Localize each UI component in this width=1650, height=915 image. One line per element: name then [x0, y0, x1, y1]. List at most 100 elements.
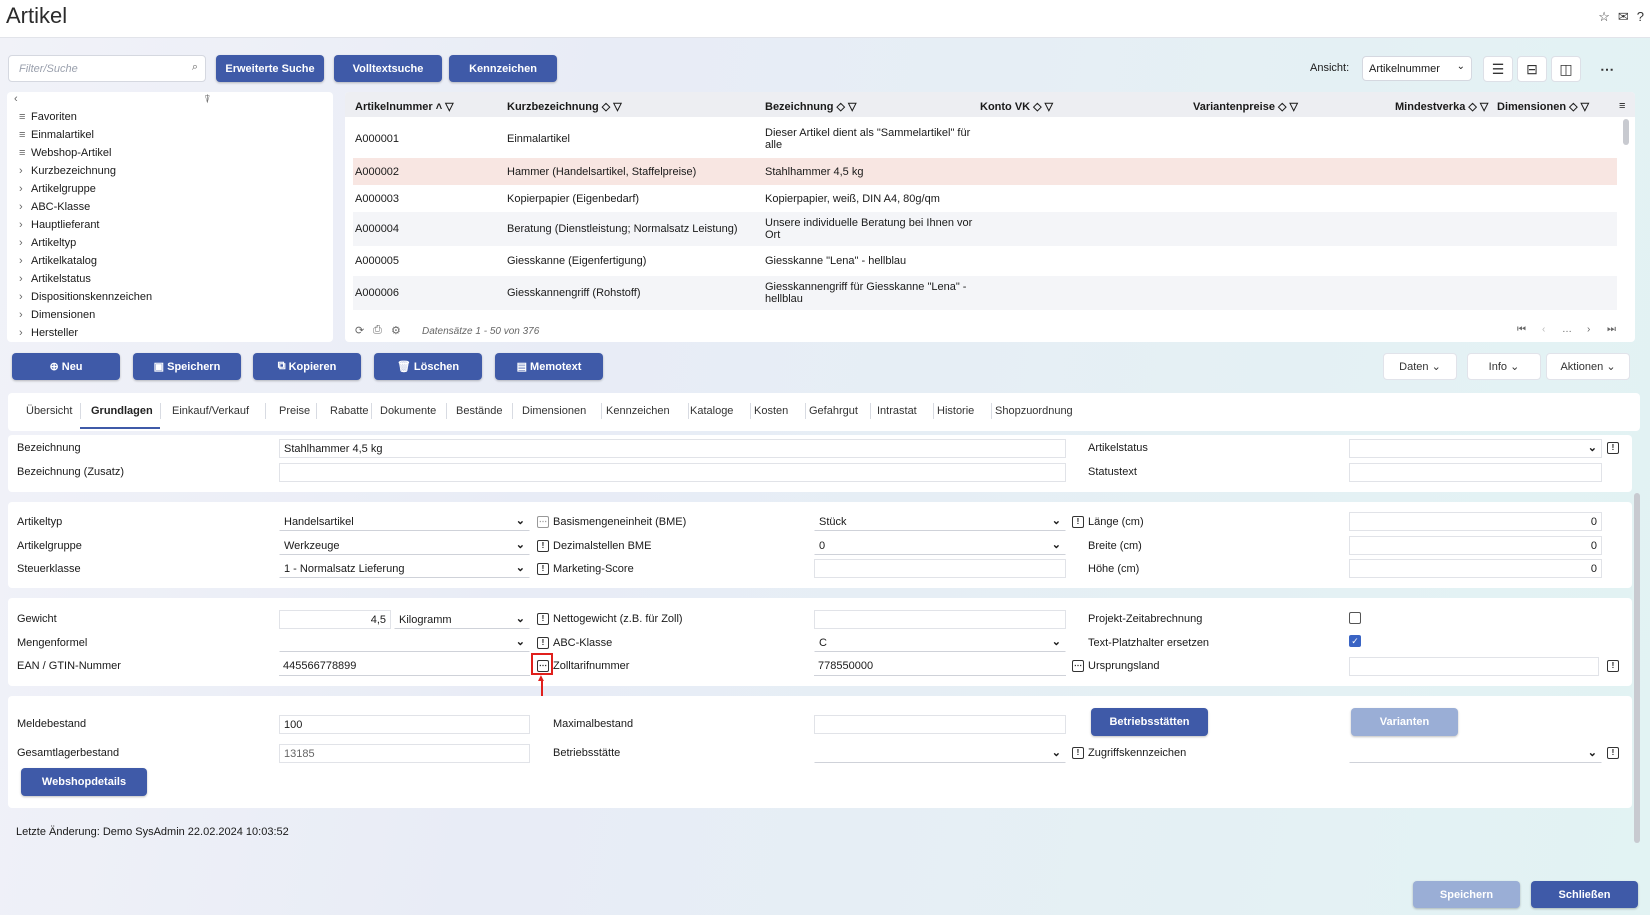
table-row[interactable]: A000006 Giesskannengriff (Rohstoff) Gies… [353, 276, 1617, 310]
statustext-input[interactable] [1349, 463, 1602, 482]
column-header-mindestverka[interactable]: Mindestverka ◇ ▽ [1395, 100, 1488, 113]
gewicht-input[interactable]: 4,5 [279, 610, 391, 629]
table-row[interactable]: A000003 Kopierpapier (Eigenbedarf) Kopie… [353, 185, 1617, 212]
lookup-icon[interactable]: ⋯ [1072, 660, 1084, 672]
text-platzhalter-checkbox[interactable]: ✓ [1349, 635, 1361, 647]
tab-uebersicht[interactable]: Übersicht [26, 405, 72, 417]
prev-page-icon[interactable]: ‹ [1542, 324, 1545, 335]
info-icon[interactable]: ! [537, 613, 549, 625]
artikelstatus-select[interactable]: ⌄ [1349, 439, 1602, 458]
daten-dropdown[interactable]: Daten ⌄ [1383, 353, 1457, 380]
tree-item-einmalartikel[interactable]: ≡ Einmalartikel [19, 129, 94, 141]
speichern-button[interactable]: ▣ Speichern [133, 353, 241, 380]
info-icon[interactable]: ! [537, 540, 549, 552]
tree-item-abc-klasse[interactable]: › ABC-Klasse [19, 201, 90, 213]
help-icon[interactable]: ? [1637, 9, 1644, 25]
info-icon[interactable]: ! [1072, 516, 1084, 528]
column-header-konto-vk[interactable]: Konto VK ◇ ▽ [980, 100, 1053, 113]
tab-preise[interactable]: Preise [279, 405, 310, 417]
betriebsstaette-select[interactable]: ⌄ [814, 744, 1066, 763]
info-icon[interactable]: ! [537, 637, 549, 649]
breite-input[interactable]: 0 [1349, 536, 1602, 555]
tab-dokumente[interactable]: Dokumente [380, 405, 436, 417]
search-icon[interactable]: ⌕ [192, 61, 198, 74]
first-page-icon[interactable]: ⏮ [1517, 324, 1526, 335]
artikelgruppe-select[interactable]: Werkzeuge ⌄ [279, 536, 530, 555]
info-icon[interactable]: ! [1607, 747, 1619, 759]
tab-grundlagen[interactable]: Grundlagen [91, 405, 153, 417]
settings-icon[interactable]: ⚙ [391, 324, 401, 337]
aktionen-dropdown[interactable]: Aktionen ⌄ [1546, 353, 1630, 380]
betriebsstaetten-button[interactable]: Betriebsstätten [1091, 708, 1208, 736]
refresh-icon[interactable]: ⟳ [355, 324, 364, 337]
laenge-input[interactable]: 0 [1349, 512, 1602, 531]
tab-dimensionen[interactable]: Dimensionen [522, 405, 586, 417]
artikeltyp-select[interactable]: Handelsartikel ⌄ [279, 512, 530, 531]
ursprungsland-input[interactable] [1349, 657, 1599, 676]
info-icon[interactable]: ! [1072, 747, 1084, 759]
tab-kosten[interactable]: Kosten [754, 405, 788, 417]
pager-ellipsis[interactable]: … [1562, 324, 1572, 335]
schliessen-button[interactable]: Schließen [1531, 881, 1638, 908]
tree-item-favoriten[interactable]: ≡ Favoriten [19, 111, 77, 123]
maximalbestand-input[interactable] [814, 715, 1066, 734]
tree-item-webshop-artikel[interactable]: ≡ Webshop-Artikel [19, 147, 112, 159]
tab-gefahrgut[interactable]: Gefahrgut [809, 405, 858, 417]
table-row[interactable]: A000005 Giesskanne (Eigenfertigung) Gies… [353, 246, 1617, 276]
marketing-score-input[interactable] [814, 559, 1066, 578]
loeschen-button[interactable]: 🗑 Löschen [374, 353, 482, 380]
info-icon[interactable]: ! [1607, 442, 1619, 454]
neu-button[interactable]: ⊕ Neu [12, 353, 120, 380]
table-row[interactable]: A000004 Beratung (Dienstleistung; Normal… [353, 212, 1617, 246]
abc-klasse-select[interactable]: C ⌄ [814, 633, 1066, 652]
tab-kennzeichen[interactable]: Kennzeichen [606, 405, 670, 417]
list-view-icon[interactable]: ☰ [1483, 56, 1513, 82]
tab-shopzuordnung[interactable]: Shopzuordnung [995, 405, 1073, 417]
mail-icon[interactable]: ✉ [1618, 9, 1629, 25]
tree-item-dispositionskennzeichen[interactable]: › Dispositionskennzeichen [19, 291, 152, 303]
tab-intrastat[interactable]: Intrastat [877, 405, 917, 417]
info-icon[interactable]: ! [1607, 660, 1619, 672]
nettogewicht-input[interactable] [814, 610, 1066, 629]
ean-input[interactable]: 445566778899 [279, 657, 530, 676]
bezeichnung-input[interactable]: Stahlhammer 4,5 kg [279, 439, 1066, 458]
search-input[interactable]: Filter/Suche ⌕ [8, 55, 206, 82]
collapse-icon[interactable]: ‹ [14, 93, 18, 105]
dezimalstellen-select[interactable]: 0 ⌄ [814, 536, 1066, 555]
next-page-icon[interactable]: › [1587, 324, 1590, 335]
table-row-selected[interactable]: A000002 Hammer (Handelsartikel, Staffelp… [353, 158, 1617, 185]
form-scrollbar[interactable] [1634, 493, 1640, 843]
tab-kataloge[interactable]: Kataloge [690, 405, 733, 417]
tab-einkauf-verkauf[interactable]: Einkauf/Verkauf [172, 405, 249, 417]
column-header-bezeichnung[interactable]: Bezeichnung ◇ ▽ [765, 100, 856, 113]
tab-bestaende[interactable]: Bestände [456, 405, 502, 417]
projekt-zeitabrechnung-checkbox[interactable] [1349, 612, 1361, 624]
tree-item-artikeltyp[interactable]: › Artikeltyp [19, 237, 76, 249]
tree-item-artikelgruppe[interactable]: › Artikelgruppe [19, 183, 96, 195]
print-icon[interactable]: ⎙ [373, 324, 382, 337]
table-row[interactable]: A000001 Einmalartikel Dieser Artikel die… [353, 124, 1617, 156]
filter-settings-icon[interactable]: ⍒ [204, 94, 211, 107]
memotext-button[interactable]: ▤ Memotext [495, 353, 603, 380]
grid-scrollbar[interactable] [1623, 119, 1629, 145]
info-icon[interactable]: ! [537, 563, 549, 575]
bme-select[interactable]: Stück ⌄ [814, 512, 1066, 531]
steuerklasse-select[interactable]: 1 - Normalsatz Lieferung ⌄ [279, 559, 530, 578]
star-icon[interactable]: ☆ [1598, 9, 1610, 25]
zolltarifnummer-input[interactable]: 778550000 [814, 657, 1066, 676]
bottom-speichern-button[interactable]: Speichern [1413, 881, 1520, 908]
tree-item-kurzbezeichnung[interactable]: › Kurzbezeichnung [19, 165, 116, 177]
column-header-dimensionen[interactable]: Dimensionen ◇ ▽ [1497, 100, 1589, 113]
tree-item-artikelstatus[interactable]: › Artikelstatus [19, 273, 91, 285]
meldebestand-input[interactable]: 100 [279, 715, 530, 734]
gewicht-einheit-select[interactable]: Kilogramm ⌄ [394, 610, 530, 629]
more-icon[interactable]: ⋯ [1592, 56, 1622, 82]
tab-rabatte[interactable]: Rabatte [330, 405, 369, 417]
tab-historie[interactable]: Historie [937, 405, 974, 417]
hoehe-input[interactable]: 0 [1349, 559, 1602, 578]
split-horizontal-icon[interactable]: ⊟ [1517, 56, 1547, 82]
tree-item-artikelkatalog[interactable]: › Artikelkatalog [19, 255, 97, 267]
column-header-kurzbezeichnung[interactable]: Kurzbezeichnung ◇ ▽ [507, 100, 622, 113]
split-vertical-icon[interactable]: ◫ [1551, 56, 1581, 82]
erweiterte-suche-button[interactable]: Erweiterte Suche [216, 55, 324, 82]
